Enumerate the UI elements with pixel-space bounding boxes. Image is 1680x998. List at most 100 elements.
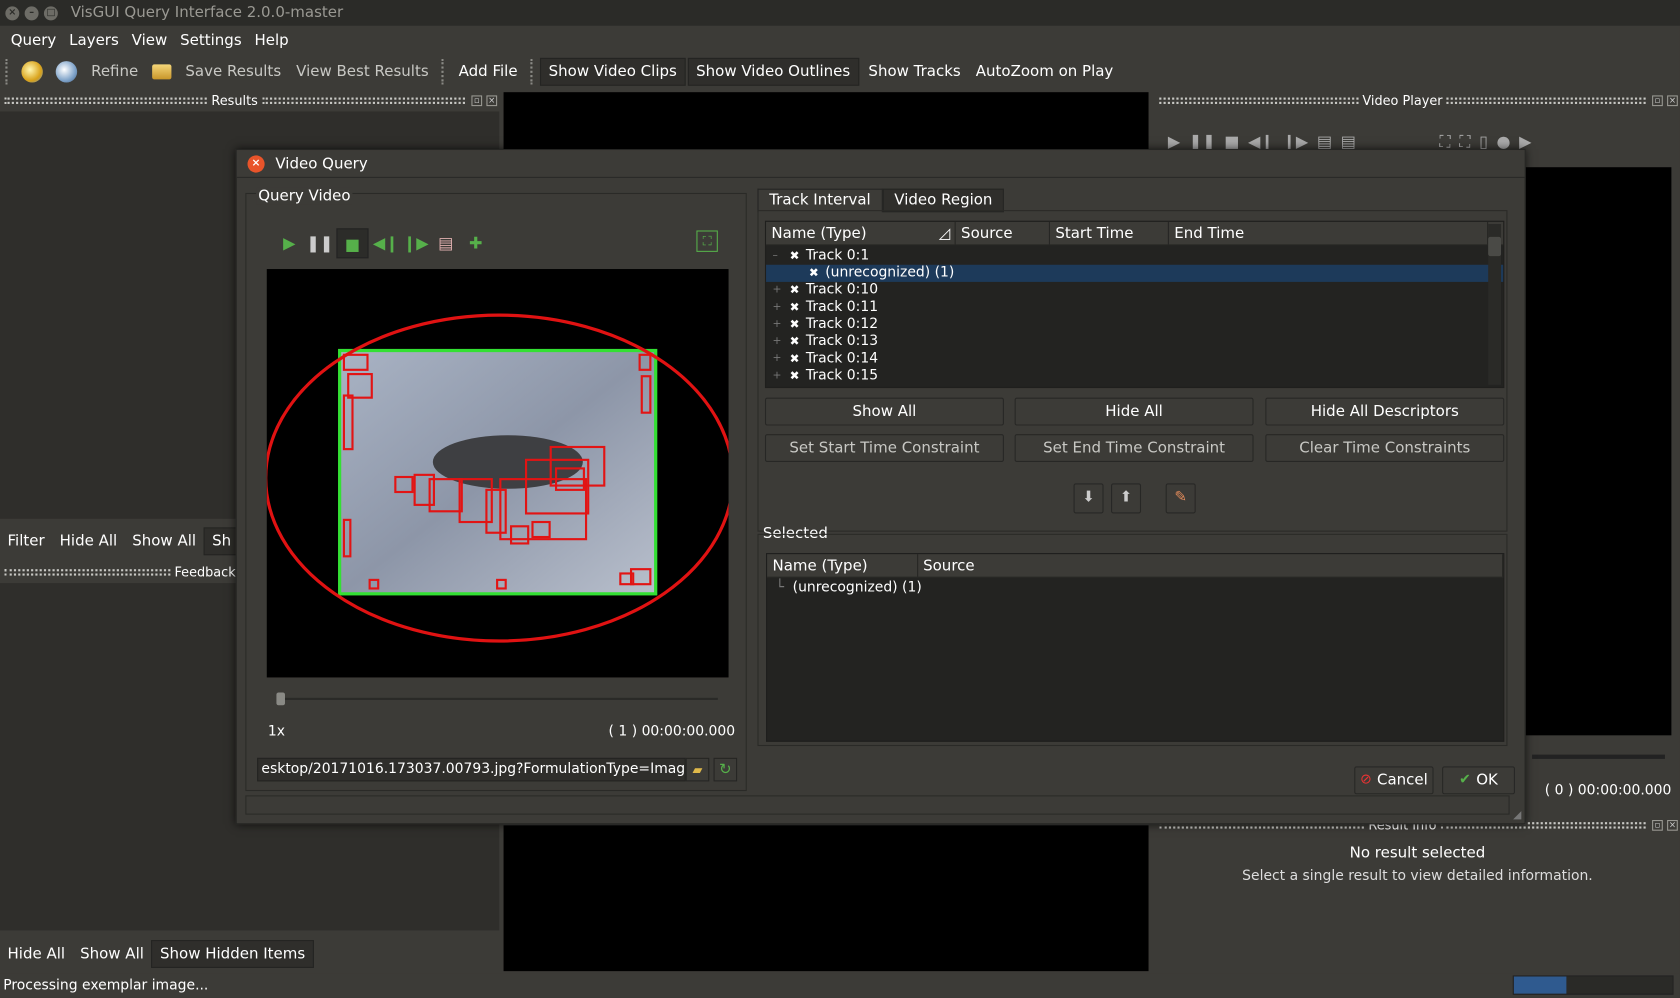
column-name-type[interactable]: Name (Type) ◿ bbox=[766, 221, 956, 245]
cancel-button[interactable]: ⊘ Cancel bbox=[1354, 766, 1434, 795]
remove-track-icon[interactable]: ✖ bbox=[790, 282, 800, 299]
remove-track-icon[interactable]: ✖ bbox=[790, 351, 800, 368]
remove-track-icon[interactable]: ✖ bbox=[790, 299, 800, 316]
hide-all-button[interactable]: Hide All bbox=[1014, 397, 1254, 426]
column-start-time[interactable]: Start Time bbox=[1050, 221, 1169, 245]
float-dock-icon[interactable]: ▫ bbox=[471, 95, 483, 107]
pause-icon[interactable]: ❚❚ bbox=[306, 230, 333, 256]
filter-button[interactable]: Filter bbox=[0, 528, 52, 554]
clear-time-constraints-button[interactable]: Clear Time Constraints bbox=[1265, 434, 1505, 462]
float-dock-icon[interactable]: ▫ bbox=[1652, 95, 1663, 107]
expand-icon[interactable]: + bbox=[772, 282, 789, 299]
menu-help[interactable]: Help bbox=[254, 32, 288, 49]
remove-track-icon[interactable]: ✖ bbox=[790, 316, 800, 333]
player-timeline-slider[interactable] bbox=[1532, 754, 1665, 759]
reload-icon[interactable]: ↻ bbox=[713, 757, 738, 782]
edit-query-icon[interactable] bbox=[55, 61, 78, 83]
close-dock-icon[interactable]: × bbox=[486, 95, 498, 107]
save-results-button[interactable]: Save Results bbox=[178, 59, 289, 85]
track-row[interactable]: + ✖ Track 0:15 bbox=[766, 368, 1503, 385]
set-end-time-constraint-button[interactable]: Set End Time Constraint bbox=[1014, 434, 1254, 462]
close-window-icon[interactable]: × bbox=[5, 5, 20, 20]
show-all-button[interactable]: Show All bbox=[125, 528, 204, 554]
query-video-view[interactable] bbox=[266, 269, 729, 678]
track-row[interactable]: + ✖ Track 0:14 bbox=[766, 351, 1503, 368]
stop-icon[interactable]: ■ bbox=[336, 228, 369, 259]
menu-settings[interactable]: Settings bbox=[180, 32, 242, 49]
query-timeline-slider[interactable] bbox=[278, 697, 718, 700]
close-dock-icon[interactable]: × bbox=[1667, 820, 1678, 831]
menu-query[interactable]: Query bbox=[11, 32, 57, 49]
remove-track-icon[interactable]: ✖ bbox=[790, 333, 800, 350]
column-end-time[interactable]: End Time bbox=[1169, 221, 1489, 245]
set-start-time-constraint-button[interactable]: Set Start Time Constraint bbox=[764, 434, 1004, 462]
view-best-results-button[interactable]: View Best Results bbox=[289, 59, 437, 85]
maximize-window-icon[interactable]: □ bbox=[43, 5, 58, 20]
show-video-outlines-toggle[interactable]: Show Video Outlines bbox=[687, 57, 859, 86]
remove-track-icon[interactable]: ✖ bbox=[790, 248, 800, 265]
step-forward-icon[interactable]: ❙▶ bbox=[403, 230, 429, 256]
track-child-row[interactable]: ✖ (unrecognized) (1) bbox=[766, 264, 1504, 282]
mark-start-icon[interactable]: ▤ bbox=[433, 230, 459, 256]
hide-all-button[interactable]: Hide All bbox=[52, 528, 125, 554]
new-query-icon[interactable] bbox=[21, 61, 43, 83]
ok-button[interactable]: ✔ OK bbox=[1442, 766, 1515, 795]
close-dock-icon[interactable]: × bbox=[1667, 95, 1678, 107]
selected-tree[interactable]: Name (Type) Source └ (unrecognized) (1) bbox=[766, 553, 1505, 742]
show-all-button[interactable]: Show All bbox=[764, 397, 1004, 426]
column-source[interactable]: Source bbox=[956, 221, 1050, 245]
tab-video-region[interactable]: Video Region bbox=[882, 188, 1005, 213]
mark-end-icon[interactable]: ✚ bbox=[463, 230, 489, 256]
autozoom-toggle[interactable]: AutoZoom on Play bbox=[968, 59, 1121, 85]
track-row[interactable]: + ✖ Track 0:10 bbox=[766, 282, 1503, 299]
expand-icon[interactable]: + bbox=[772, 351, 789, 368]
tab-track-interval[interactable]: Track Interval bbox=[757, 188, 883, 213]
menu-view[interactable]: View bbox=[132, 32, 168, 49]
float-dock-icon[interactable]: ▫ bbox=[1652, 820, 1663, 831]
folder-icon[interactable] bbox=[152, 64, 172, 80]
move-down-icon[interactable]: ⬇ bbox=[1073, 483, 1104, 514]
show-tracks-toggle[interactable]: Show Tracks bbox=[861, 59, 968, 85]
remove-track-icon[interactable]: ✖ bbox=[790, 368, 800, 385]
hide-all-descriptors-button[interactable]: Hide All Descriptors bbox=[1265, 397, 1505, 426]
selected-item[interactable]: └ (unrecognized) (1) bbox=[767, 580, 1503, 597]
column-name-type[interactable]: Name (Type) bbox=[767, 554, 918, 577]
expand-icon[interactable]: + bbox=[772, 316, 789, 333]
show-hidden-items-button[interactable]: Show Hidden Items bbox=[151, 940, 314, 968]
file-path-input[interactable]: esktop/20171016.173037.00793.jpg?Formula… bbox=[257, 757, 686, 782]
central-view[interactable] bbox=[503, 825, 1149, 972]
refine-button[interactable]: Refine bbox=[84, 59, 146, 85]
playback-speed[interactable]: 1x bbox=[268, 724, 285, 740]
track-row[interactable]: – ✖ Track 0:1 bbox=[766, 248, 1503, 265]
hide-all-button[interactable]: Hide All bbox=[0, 941, 73, 967]
remove-track-icon[interactable]: ✖ bbox=[809, 265, 819, 282]
track-row[interactable]: + ✖ Track 0:11 bbox=[766, 299, 1503, 316]
tracks-scrollbar[interactable] bbox=[1488, 224, 1502, 385]
show-all-button[interactable]: Show All bbox=[73, 941, 152, 967]
tracks-tree[interactable]: Name (Type) ◿ Source Start Time End Time … bbox=[764, 220, 1505, 389]
zoom-fit-icon[interactable]: ⛶ bbox=[696, 230, 718, 252]
player-video-view[interactable] bbox=[1525, 167, 1672, 736]
move-up-icon[interactable]: ⬆ bbox=[1111, 483, 1142, 514]
expand-icon[interactable]: + bbox=[772, 368, 789, 385]
column-source[interactable]: Source bbox=[918, 554, 1504, 577]
menu-layers[interactable]: Layers bbox=[69, 32, 119, 49]
scrollbar-handle[interactable] bbox=[1488, 236, 1502, 257]
track-row[interactable]: + ✖ Track 0:12 bbox=[766, 316, 1503, 333]
minimize-window-icon[interactable]: – bbox=[24, 5, 39, 20]
browse-folder-icon[interactable]: ▰ bbox=[685, 757, 710, 782]
play-icon[interactable]: ▶ bbox=[276, 230, 302, 256]
add-file-button[interactable]: Add File bbox=[451, 59, 525, 85]
step-back-icon[interactable]: ◀❙ bbox=[373, 230, 399, 256]
show-hidden-button[interactable]: Sh bbox=[203, 527, 240, 556]
expand-icon[interactable]: – bbox=[772, 248, 789, 265]
timeline-handle[interactable] bbox=[276, 692, 285, 706]
clear-broom-icon[interactable]: ✎ bbox=[1165, 483, 1196, 514]
expand-icon[interactable]: + bbox=[772, 333, 789, 350]
close-dialog-icon[interactable]: × bbox=[247, 154, 265, 173]
show-video-clips-toggle[interactable]: Show Video Clips bbox=[540, 57, 686, 86]
expand-icon[interactable]: + bbox=[772, 299, 789, 316]
resize-grip-icon[interactable]: ◢ bbox=[1513, 809, 1521, 821]
track-row[interactable]: + ✖ Track 0:13 bbox=[766, 333, 1503, 350]
central-view[interactable] bbox=[503, 92, 1149, 151]
